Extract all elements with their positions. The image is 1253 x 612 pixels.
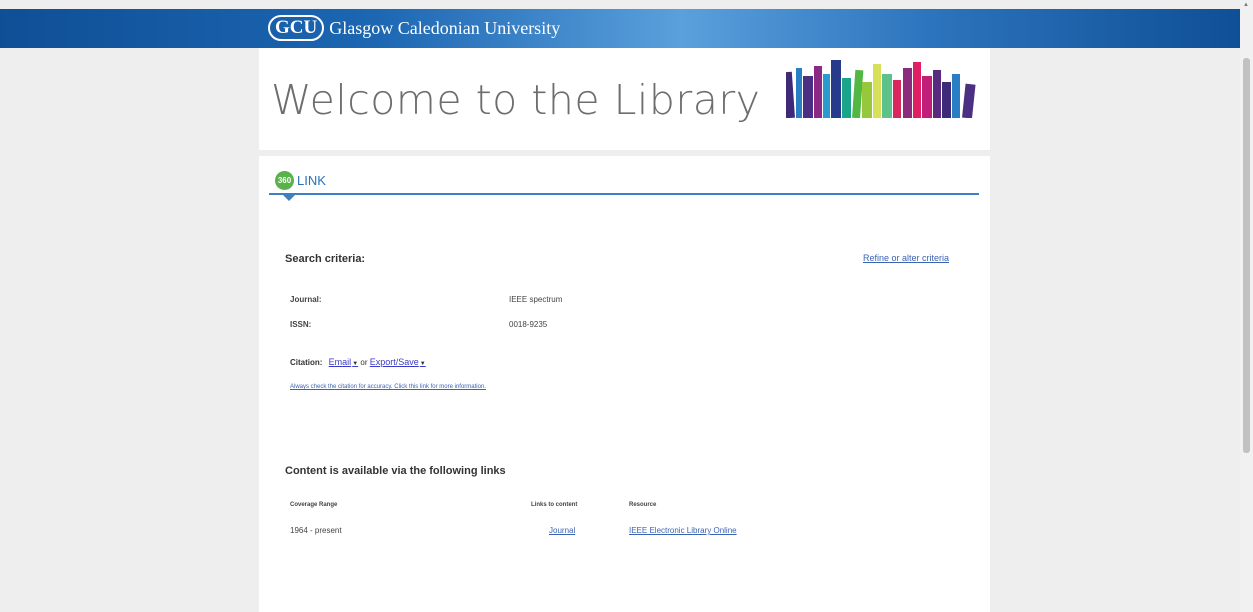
header-divider (269, 193, 979, 195)
book-spine (803, 76, 813, 118)
export-save-dropdown[interactable]: Export/Save▼ (370, 357, 426, 367)
book-spine (873, 64, 881, 118)
column-header-links: Links to content (531, 502, 578, 508)
citation-row: Citation: Email▼ or Export/Save▼ (290, 357, 426, 367)
citation-accuracy-link[interactable]: Always check the citation for accuracy. … (290, 384, 486, 390)
issn-label: ISSN: (290, 320, 312, 329)
book-spine (842, 78, 851, 118)
resource-link[interactable]: IEEE Electronic Library Online (629, 526, 737, 535)
book-spine (852, 69, 864, 118)
content-available-title: Content is available via the following l… (285, 465, 506, 477)
issn-value: 0018-9235 (509, 320, 548, 329)
book-spine (942, 82, 951, 118)
360-badge-icon: 360 (275, 171, 294, 190)
journal-link[interactable]: Journal (549, 526, 575, 535)
or-text: or (360, 358, 368, 367)
scrollbar-thumb[interactable] (1243, 58, 1250, 453)
pointer-triangle-icon (283, 195, 295, 201)
vertical-scrollbar[interactable]: ▲ (1240, 0, 1253, 612)
university-name: Glasgow Caledonian University (329, 18, 561, 38)
book-spine (882, 74, 892, 118)
book-spine (922, 76, 932, 118)
caret-down-icon: ▼ (352, 361, 359, 367)
book-spine (903, 68, 912, 118)
scroll-up-arrow-icon[interactable]: ▲ (1243, 2, 1249, 8)
university-header-bar: GCU Glasgow Caledonian University (0, 9, 1240, 48)
book-spine (831, 60, 841, 118)
book-spine (962, 83, 976, 118)
page-title: Welcome to the Library (271, 76, 761, 124)
citation-label: Citation: (290, 358, 323, 367)
service-name: LINK (297, 173, 326, 188)
book-spine (796, 68, 802, 118)
refine-criteria-link[interactable]: Refine or alter criteria (863, 253, 949, 263)
column-header-resource: Resource (629, 502, 657, 508)
coverage-range-cell: 1964 - present (290, 526, 342, 535)
book-spine (823, 74, 830, 118)
column-header-coverage: Coverage Range (290, 502, 338, 508)
journal-value: IEEE spectrum (509, 295, 563, 304)
book-spine (814, 66, 822, 118)
caret-down-icon: ▼ (419, 361, 426, 367)
book-spine (862, 82, 872, 118)
journal-label: Journal: (290, 295, 322, 304)
email-link-text: Email (328, 357, 352, 367)
email-dropdown[interactable]: Email▼ (329, 357, 358, 367)
book-spine (893, 80, 901, 118)
book-spine (786, 71, 795, 118)
library-banner: Welcome to the Library (259, 48, 990, 150)
gcu-logo-badge: GCU (268, 15, 325, 41)
book-spine (913, 62, 921, 118)
books-logo (786, 60, 976, 118)
book-spine (952, 74, 960, 118)
360link-logo: 360 LINK (275, 171, 326, 190)
book-spine (933, 70, 941, 118)
results-panel: 360 LINK Search criteria: Refine or alte… (259, 156, 990, 612)
university-brand[interactable]: GCU Glasgow Caledonian University (268, 15, 560, 41)
export-link-text: Export/Save (369, 357, 419, 367)
search-criteria-title: Search criteria: (285, 253, 366, 265)
